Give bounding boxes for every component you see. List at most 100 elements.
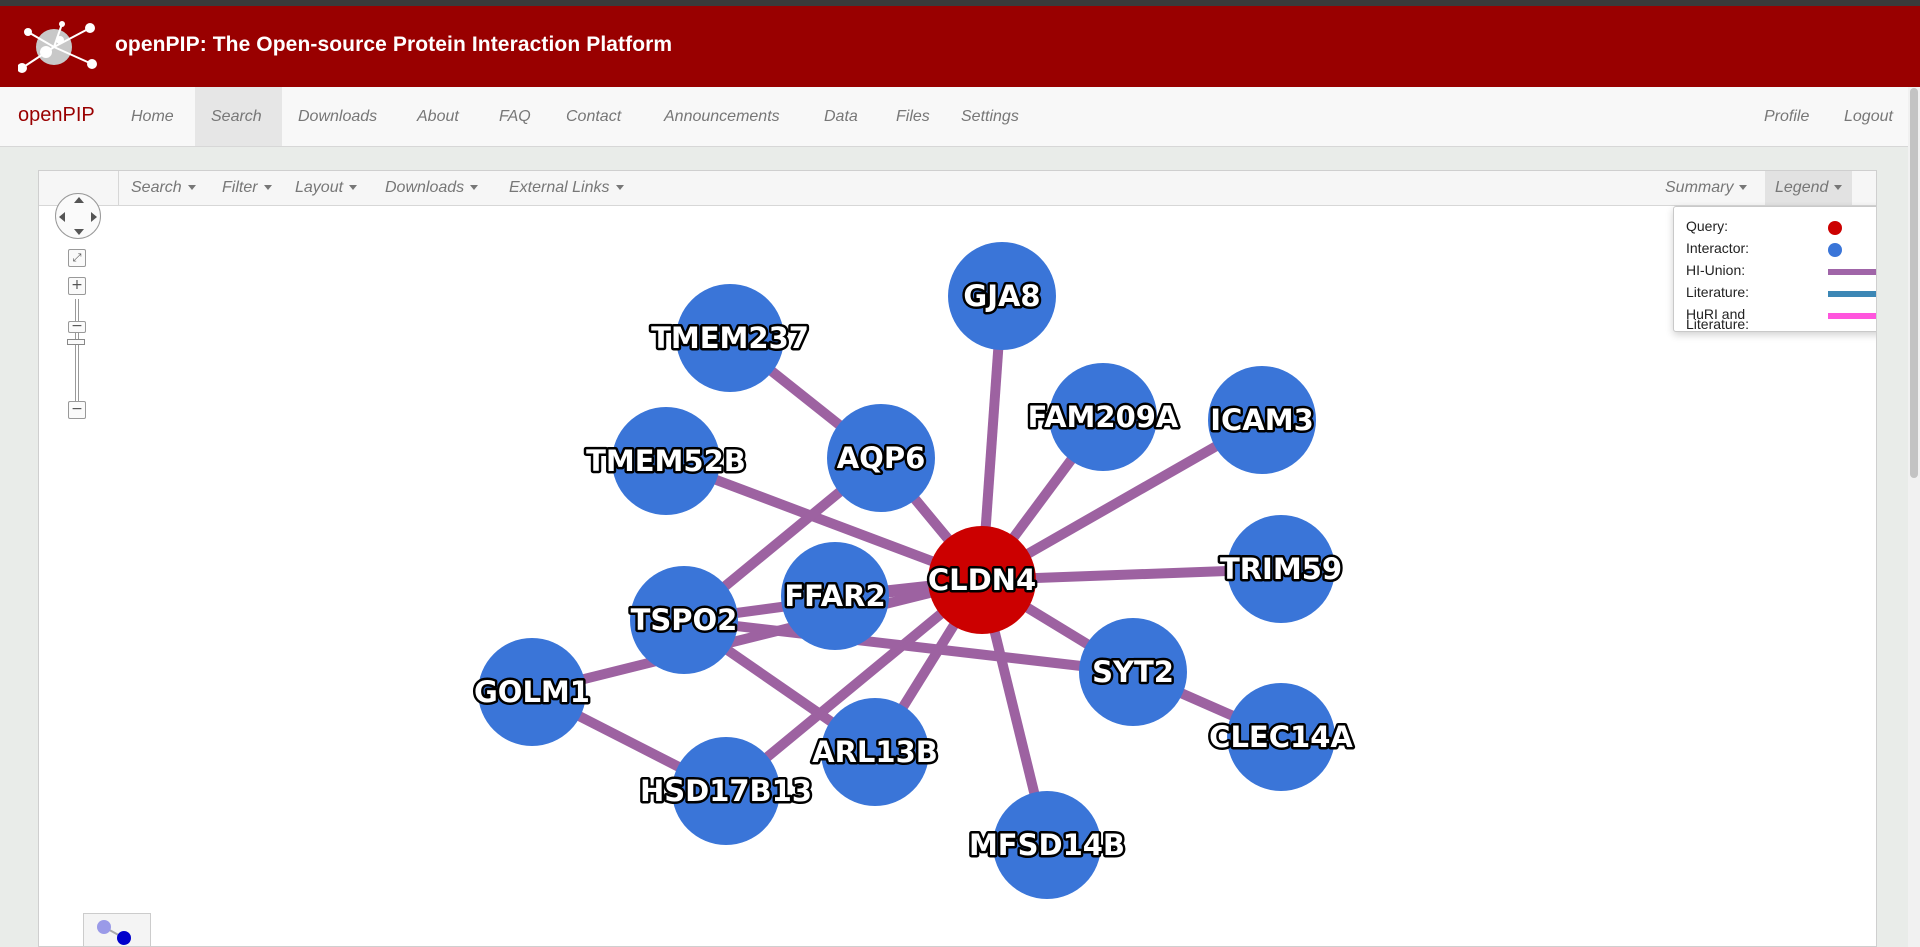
literature-swatch (1828, 291, 1876, 297)
zoom-out-button[interactable]: − (68, 401, 86, 419)
caret-down-icon (349, 185, 358, 191)
menu-external-links-label: External Links (509, 179, 610, 196)
caret-down-icon (1739, 185, 1748, 191)
network-logo-icon (18, 21, 97, 73)
node-ffar2[interactable]: FFAR2 (781, 542, 889, 650)
nav-search[interactable]: Search (195, 87, 282, 146)
nav-downloads[interactable]: Downloads (282, 87, 393, 146)
legend-dropdown: Query: Interactor: HI-Union: Literature:… (1673, 206, 1876, 332)
node-golm1[interactable]: GOLM1 (472, 638, 592, 746)
node-arl13b[interactable]: ARL13B (810, 698, 940, 806)
zoom-slider[interactable] (75, 299, 79, 403)
pan-control[interactable] (55, 193, 101, 239)
menu-summary-label: Summary (1665, 179, 1734, 196)
interactor-swatch (1828, 243, 1842, 257)
node-trim59[interactable]: TRIM59 (1217, 515, 1345, 623)
node-label: TRIM59 (1220, 552, 1342, 586)
menu-filter[interactable]: Filter (212, 171, 282, 205)
node-label: MFSD14B (969, 828, 1125, 862)
node-label: GJA8 (963, 279, 1040, 313)
nav-files[interactable]: Files (880, 87, 946, 146)
caret-down-icon (470, 185, 479, 191)
pan-left-icon[interactable] (59, 212, 65, 222)
nav-about[interactable]: About (401, 87, 475, 146)
node-label: ICAM3 (1210, 403, 1314, 437)
zoom-in-button[interactable]: + (68, 277, 86, 295)
node-label: GOLM1 (474, 675, 590, 709)
node-aqp6[interactable]: AQP6 (827, 404, 935, 512)
menu-search-label: Search (131, 179, 182, 196)
site-header: openPIP: The Open-source Protein Interac… (0, 6, 1920, 87)
legend-hi-union-label: HI-Union: (1686, 262, 1746, 278)
main-navbar: openPIP Home Search Downloads About FAQ … (0, 87, 1920, 147)
nav-data[interactable]: Data (808, 87, 874, 146)
node-label: CLDN4 (928, 563, 1036, 597)
pan-right-icon[interactable] (91, 212, 97, 222)
legend-row-hi-union: HI-Union: (1686, 262, 1876, 278)
graph-toolbar: Search Filter Layout Downloads External … (39, 171, 1876, 206)
caret-down-icon (1834, 185, 1843, 191)
caret-down-icon (187, 185, 196, 191)
graph-navigator-thumbnail[interactable] (83, 913, 151, 946)
node-label: FAM209A (1028, 400, 1179, 434)
nav-contact[interactable]: Contact (550, 87, 637, 146)
legend-huri-literature-label: Literature: (1686, 316, 1750, 332)
node-label: ARL13B (812, 735, 938, 769)
nav-profile[interactable]: Profile (1748, 87, 1825, 146)
network-graph[interactable]: CLDN4 GJA8 TMEM237 AQP6 TMEM52B FAM209A ICAM3 T… (39, 205, 1877, 947)
legend-literature-label: Literature: (1686, 284, 1750, 300)
pan-up-icon[interactable] (74, 197, 84, 203)
legend-row-query: Query: (1686, 218, 1876, 235)
node-clec14a[interactable]: CLEC14A (1207, 683, 1356, 791)
legend-interactor-label: Interactor: (1686, 240, 1750, 256)
nav-faq[interactable]: FAQ (483, 87, 547, 146)
caret-down-icon (615, 185, 624, 191)
graph-nodes: CLDN4 GJA8 TMEM237 AQP6 TMEM52B FAM209A ICAM3 T… (472, 242, 1356, 899)
node-tmem52b[interactable]: TMEM52B (584, 407, 748, 515)
zoom-slider-thumb[interactable] (67, 339, 85, 345)
node-label: TSPO2 (631, 603, 738, 637)
query-swatch (1828, 221, 1842, 235)
site-title: openPIP: The Open-source Protein Interac… (115, 33, 673, 56)
caret-down-icon (263, 185, 272, 191)
legend-row-huri-2: Literature: (1686, 316, 1876, 332)
navbar-brand[interactable]: openPIP (18, 104, 95, 127)
nav-settings[interactable]: Settings (945, 87, 1035, 146)
menu-external-links[interactable]: External Links (499, 171, 634, 205)
node-label: HSD17B13 (640, 774, 812, 808)
nav-announcements[interactable]: Announcements (648, 87, 796, 146)
zoom-controls: ⤢ + − − (55, 193, 105, 433)
legend-row-literature: Literature: (1686, 284, 1876, 300)
menu-search[interactable]: Search (121, 171, 206, 205)
fit-view-icon[interactable]: ⤢ (68, 249, 86, 267)
node-label: CLEC14A (1209, 720, 1353, 754)
node-fam209a[interactable]: FAM209A (1025, 363, 1181, 471)
menu-legend[interactable]: Legend (1765, 171, 1853, 205)
hi-union-swatch (1828, 269, 1876, 275)
legend-row-interactor: Interactor: (1686, 240, 1876, 257)
node-tspo2[interactable]: TSPO2 (628, 566, 740, 674)
legend-query-label: Query: (1686, 218, 1729, 234)
menu-layout[interactable]: Layout (285, 171, 367, 205)
menu-downloads-label: Downloads (385, 179, 465, 196)
page-scrollbar-thumb[interactable] (1910, 88, 1918, 478)
pan-down-icon[interactable] (74, 229, 84, 235)
zoom-slider-top-icon: − (68, 319, 86, 333)
menu-downloads[interactable]: Downloads (375, 171, 488, 205)
nav-home[interactable]: Home (115, 87, 190, 146)
node-label: SYT2 (1092, 655, 1174, 689)
node-hsd17b13[interactable]: HSD17B13 (637, 737, 815, 845)
node-label: FFAR2 (784, 579, 885, 613)
node-label: TMEM237 (651, 321, 809, 355)
menu-legend-label: Legend (1775, 179, 1829, 196)
node-icam3[interactable]: ICAM3 (1208, 366, 1316, 474)
node-label: AQP6 (837, 441, 926, 475)
node-gja8[interactable]: GJA8 (948, 242, 1056, 350)
menu-summary[interactable]: Summary (1655, 171, 1757, 205)
node-cldn4[interactable]: CLDN4 (925, 526, 1039, 634)
nav-logout[interactable]: Logout (1828, 87, 1909, 146)
menu-filter-label: Filter (222, 179, 258, 196)
menu-layout-label: Layout (295, 179, 344, 196)
node-syt2[interactable]: SYT2 (1079, 618, 1187, 726)
node-mfsd14b[interactable]: MFSD14B (966, 791, 1128, 899)
